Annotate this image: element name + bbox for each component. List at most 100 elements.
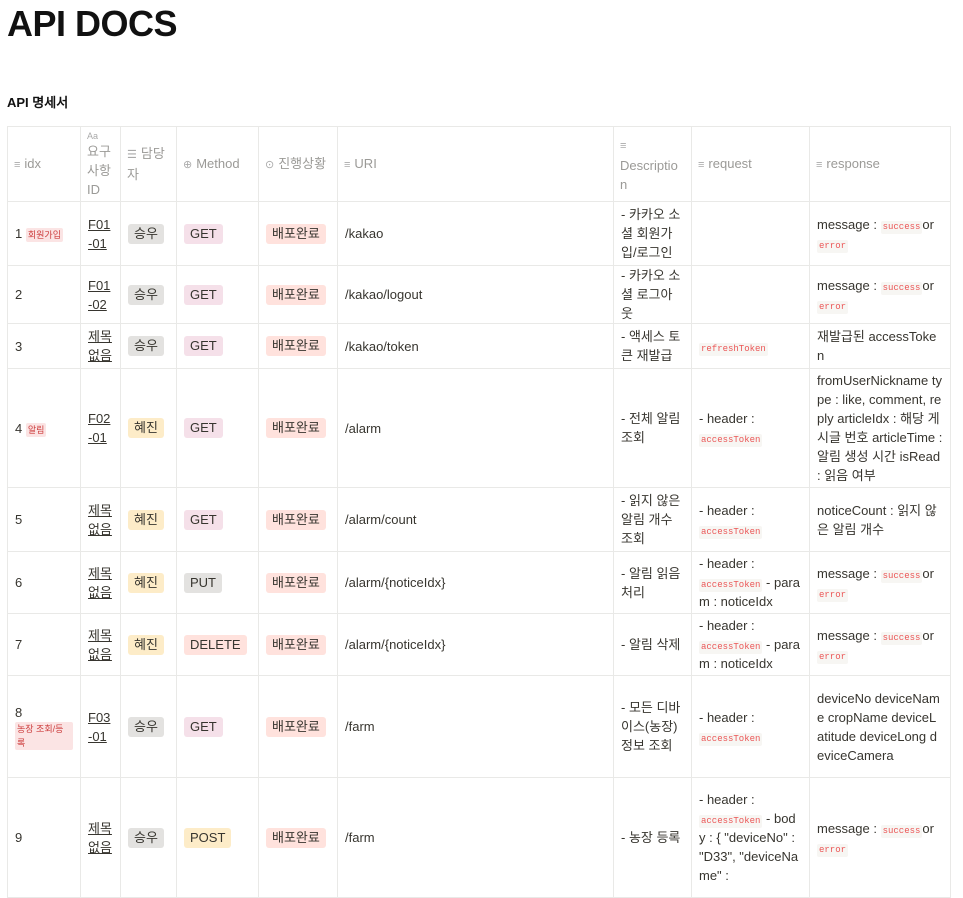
req-id-link[interactable]: 제목 없음: [88, 329, 112, 363]
cell-method[interactable]: GET: [176, 323, 259, 369]
cell-status[interactable]: 배포완료: [258, 201, 338, 266]
cell-uri[interactable]: /alarm/{noticeIdx}: [337, 613, 614, 676]
cell-owner[interactable]: 승우: [120, 323, 177, 369]
cell-owner[interactable]: 승우: [120, 675, 177, 778]
cell-owner[interactable]: 승우: [120, 265, 177, 324]
cell-method[interactable]: GET: [176, 368, 259, 488]
col-header-idx[interactable]: ≡ idx: [7, 126, 81, 202]
cell-response[interactable]: message : success or error: [809, 777, 951, 898]
cell-method[interactable]: POST: [176, 777, 259, 898]
table-row[interactable]: 3 제목 없음 승우 GET 배포완료/kakao/token - 액세스 토큰 재발급 r…: [7, 323, 951, 369]
cell-req-id[interactable]: 제목 없음: [80, 777, 121, 898]
req-id-link[interactable]: 제목 없음: [88, 503, 112, 537]
cell-request[interactable]: - header : accessToken: [691, 487, 810, 552]
table-row[interactable]: 5 제목 없음 혜진 GET 배포완료/alarm/count - 읽지 않은 알림 개수…: [7, 487, 951, 552]
cell-description[interactable]: - 카카오 소셜 회원가입/로그인: [613, 201, 692, 266]
cell-idx[interactable]: 8 농장 조회/등록: [7, 675, 81, 778]
cell-description[interactable]: - 액세스 토큰 재발급: [613, 323, 692, 369]
cell-request[interactable]: - header : accessToken - param : noticeI…: [691, 613, 810, 676]
cell-req-id[interactable]: F02-01: [80, 368, 121, 488]
req-id-link[interactable]: 제목 없음: [88, 566, 112, 600]
cell-method[interactable]: GET: [176, 675, 259, 778]
cell-idx[interactable]: 7: [7, 613, 81, 676]
col-header-status[interactable]: ⊙ 진행상황: [258, 126, 338, 202]
cell-description[interactable]: - 모든 디바이스(농장) 정보 조회: [613, 675, 692, 778]
cell-req-id[interactable]: 제목 없음: [80, 487, 121, 552]
cell-method[interactable]: GET: [176, 487, 259, 552]
cell-response[interactable]: message : success or error: [809, 265, 951, 324]
req-id-link[interactable]: F02-01: [88, 411, 110, 445]
cell-status[interactable]: 배포완료: [258, 368, 338, 488]
cell-owner[interactable]: 혜진: [120, 613, 177, 676]
cell-uri[interactable]: /kakao/logout: [337, 265, 614, 324]
col-header-owner[interactable]: ☰ 담당자: [120, 126, 177, 202]
cell-uri[interactable]: /farm: [337, 675, 614, 778]
cell-status[interactable]: 배포완료: [258, 323, 338, 369]
col-header-uri[interactable]: ≡ URI: [337, 126, 614, 202]
cell-owner[interactable]: 혜진: [120, 368, 177, 488]
table-row[interactable]: 2 F01-02 승우 GET 배포완료/kakao/logout - 카카오 소셜 로그…: [7, 265, 951, 324]
cell-uri[interactable]: /kakao: [337, 201, 614, 266]
col-header-request[interactable]: ≡ request: [691, 126, 810, 202]
table-row[interactable]: 7 제목 없음 혜진 DELETE 배포완료/alarm/{noticeIdx} - 알림…: [7, 613, 951, 676]
cell-request[interactable]: [691, 265, 810, 324]
cell-request[interactable]: - header : accessToken - param : noticeI…: [691, 551, 810, 614]
cell-req-id[interactable]: 제목 없음: [80, 551, 121, 614]
cell-req-id[interactable]: 제목 없음: [80, 323, 121, 369]
cell-uri[interactable]: /alarm/{noticeIdx}: [337, 551, 614, 614]
col-header-description[interactable]: ≡ Description: [613, 126, 692, 202]
cell-uri[interactable]: /kakao/token: [337, 323, 614, 369]
cell-response[interactable]: deviceNo deviceName cropName deviceLatit…: [809, 675, 951, 778]
cell-method[interactable]: PUT: [176, 551, 259, 614]
cell-idx[interactable]: 4 알림: [7, 368, 81, 488]
cell-description[interactable]: - 읽지 않은 알림 개수 조회: [613, 487, 692, 552]
req-id-link[interactable]: 제목 없음: [88, 628, 112, 662]
cell-idx[interactable]: 1 회원가입: [7, 201, 81, 266]
cell-owner[interactable]: 승우: [120, 201, 177, 266]
cell-response[interactable]: message : success or error: [809, 201, 951, 266]
cell-status[interactable]: 배포완료: [258, 777, 338, 898]
cell-request[interactable]: - header : accessToken: [691, 675, 810, 778]
cell-idx[interactable]: 2: [7, 265, 81, 324]
cell-req-id[interactable]: 제목 없음: [80, 613, 121, 676]
cell-request[interactable]: - header : accessToken: [691, 368, 810, 488]
cell-owner[interactable]: 승우: [120, 777, 177, 898]
table-row[interactable]: 1 회원가입 F01-01 승우 GET 배포완료/kakao - 카카오 소셜 회원가입…: [7, 201, 951, 266]
cell-status[interactable]: 배포완료: [258, 675, 338, 778]
cell-req-id[interactable]: F01-02: [80, 265, 121, 324]
cell-uri[interactable]: /alarm/count: [337, 487, 614, 552]
cell-description[interactable]: - 전체 알림 조회: [613, 368, 692, 488]
req-id-link[interactable]: 제목 없음: [88, 821, 112, 855]
cell-description[interactable]: - 카카오 소셜 로그아웃: [613, 265, 692, 324]
cell-idx[interactable]: 9: [7, 777, 81, 898]
cell-response[interactable]: message : success or error: [809, 551, 951, 614]
table-row[interactable]: 9 제목 없음 승우 POST 배포완료/farm - 농장 등록 - header : a…: [7, 777, 951, 898]
cell-status[interactable]: 배포완료: [258, 487, 338, 552]
cell-description[interactable]: - 알림 삭제: [613, 613, 692, 676]
req-id-link[interactable]: F01-01: [88, 217, 110, 251]
cell-method[interactable]: DELETE: [176, 613, 259, 676]
req-id-link[interactable]: F01-02: [88, 278, 110, 312]
cell-response[interactable]: fromUserNickname type : like, comment, r…: [809, 368, 951, 488]
cell-req-id[interactable]: F03-01: [80, 675, 121, 778]
table-row[interactable]: 8 농장 조회/등록 F03-01 승우 GET 배포완료/farm - 모든 디바이스(…: [7, 675, 951, 778]
table-row[interactable]: 4 알림 F02-01 혜진 GET 배포완료/alarm - 전체 알림 조회 - hea…: [7, 368, 951, 488]
cell-request[interactable]: refreshToken: [691, 323, 810, 369]
cell-status[interactable]: 배포완료: [258, 551, 338, 614]
cell-owner[interactable]: 혜진: [120, 487, 177, 552]
cell-owner[interactable]: 혜진: [120, 551, 177, 614]
cell-idx[interactable]: 6: [7, 551, 81, 614]
col-header-req-id[interactable]: Aa 요구사항ID: [80, 126, 121, 202]
cell-request[interactable]: [691, 201, 810, 266]
cell-idx[interactable]: 3: [7, 323, 81, 369]
cell-method[interactable]: GET: [176, 265, 259, 324]
cell-status[interactable]: 배포완료: [258, 265, 338, 324]
cell-description[interactable]: - 농장 등록: [613, 777, 692, 898]
req-id-link[interactable]: F03-01: [88, 710, 110, 744]
cell-uri[interactable]: /alarm: [337, 368, 614, 488]
cell-idx[interactable]: 5: [7, 487, 81, 552]
cell-uri[interactable]: /farm: [337, 777, 614, 898]
cell-description[interactable]: - 알림 읽음 처리: [613, 551, 692, 614]
cell-response[interactable]: noticeCount : 읽지 않은 알림 개수: [809, 487, 951, 552]
cell-response[interactable]: message : success or error: [809, 613, 951, 676]
